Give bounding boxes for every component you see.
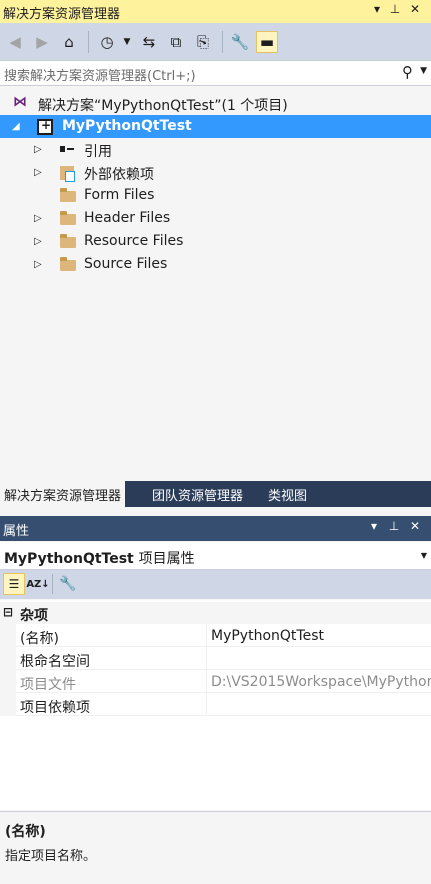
properties-wrench-icon[interactable]: 🔧	[229, 31, 251, 53]
tree-item-label: 引用	[84, 144, 112, 160]
row-gutter	[0, 647, 16, 670]
folder-icon	[60, 188, 76, 202]
chevron-down-icon[interactable]: ▼	[421, 551, 427, 560]
tree-item-project[interactable]: ◢ MyPythonQtTest	[0, 115, 431, 138]
sync-with-document-icon[interactable]: ⇆	[138, 31, 160, 53]
folder-icon	[60, 257, 76, 271]
close-icon[interactable]: ✕	[407, 519, 423, 533]
pending-changes-filter-icon[interactable]: ◷	[96, 31, 118, 53]
collapsed-arrow-icon[interactable]: ▷	[34, 236, 42, 247]
row-gutter	[0, 670, 16, 693]
collapse-category-icon[interactable]: ⊟	[3, 605, 13, 619]
property-name: (名称)	[20, 631, 59, 647]
tab-class-view[interactable]: 类视图	[264, 481, 311, 507]
solution-explorer-toolbar: ◀ ▶ ⌂ ◷ ▼ ⇆ ⧉ ⎘ 🔧 ▬	[0, 23, 431, 61]
categorized-view-icon[interactable]: ☰	[3, 573, 25, 595]
property-value[interactable]: D:\VS2015Workspace\MyPythonQtTest\MyPyth…	[206, 670, 431, 693]
references-icon	[60, 146, 74, 152]
property-name: 项目文件	[20, 677, 76, 693]
row-gutter	[0, 624, 16, 647]
tree-item-header-files[interactable]: ▷ Header Files	[0, 207, 431, 230]
properties-title: 属性	[3, 524, 30, 539]
tree-item-label: Resource Files	[84, 233, 184, 249]
pin-icon[interactable]: ⊥	[386, 519, 402, 533]
window-position-dropdown-icon[interactable]: ▾	[366, 519, 382, 533]
tree-item-label: Form Files	[84, 187, 155, 203]
tool-window-tab-strip: 解决方案资源管理器 团队资源管理器 类视图	[0, 481, 431, 507]
property-row-root-namespace[interactable]: 根命名空间	[0, 647, 431, 670]
toolbar-separator	[52, 574, 53, 594]
tree-item-label: Source Files	[84, 256, 168, 272]
property-grid: ⊟ 杂项 (名称) MyPythonQtTest 根命名空间 项目文件 D:\V…	[0, 600, 431, 810]
solution-explorer-title-bar: 解决方案资源管理器 ▾ ⊥ ✕	[0, 0, 431, 23]
show-all-files-icon[interactable]: ⎘	[192, 31, 214, 53]
collapsed-arrow-icon[interactable]: ▷	[34, 213, 42, 224]
folder-icon	[60, 211, 76, 225]
tree-item-source-files[interactable]: ▷ Source Files	[0, 253, 431, 276]
tree-item-solution[interactable]: ⋈ 解决方案“MyPythonQtTest”(1 个项目)	[0, 92, 431, 115]
properties-title-bar: 属性 ▾ ⊥ ✕	[0, 516, 431, 541]
property-description-pane: (名称) 指定项目名称。	[0, 811, 431, 884]
tab-team-explorer[interactable]: 团队资源管理器	[148, 481, 247, 507]
tree-item-resource-files[interactable]: ▷ Resource Files	[0, 230, 431, 253]
search-icon[interactable]: ⚲	[402, 63, 413, 81]
property-row-project-dependencies[interactable]: 项目依赖项	[0, 693, 431, 716]
property-value[interactable]	[206, 693, 431, 716]
alphabetical-sort-icon[interactable]: AZ↓	[26, 573, 49, 595]
external-dependencies-icon	[60, 166, 75, 182]
back-icon[interactable]: ◀	[4, 31, 26, 53]
property-category[interactable]: ⊟ 杂项	[0, 602, 431, 624]
toolbar-separator	[88, 31, 89, 53]
property-name: 根命名空间	[20, 654, 90, 670]
toolbar-separator	[222, 31, 223, 53]
search-input[interactable]: 搜索解决方案资源管理器(Ctrl+;)	[4, 65, 196, 84]
solution-explorer-title: 解决方案资源管理器	[3, 7, 121, 22]
tree-item-label: MyPythonQtTest	[62, 118, 192, 134]
property-name: 项目依赖项	[20, 700, 90, 716]
vs-solution-icon: ⋈	[13, 94, 27, 110]
close-icon[interactable]: ✕	[406, 2, 424, 16]
collapsed-arrow-icon[interactable]: ▷	[34, 259, 42, 270]
properties-object-selector[interactable]: MyPythonQtTest 项目属性 ▼	[0, 542, 431, 570]
tree-item-external-dependencies[interactable]: ▷ 外部依赖项	[0, 161, 431, 184]
tree-item-references[interactable]: ▷ 引用	[0, 138, 431, 161]
collapsed-arrow-icon[interactable]: ▷	[34, 167, 42, 178]
property-row-name[interactable]: (名称) MyPythonQtTest	[0, 624, 431, 647]
object-selector-value: MyPythonQtTest 项目属性	[4, 551, 195, 567]
collapse-all-icon[interactable]: ⧉	[165, 31, 187, 53]
description-title: (名称)	[5, 824, 46, 840]
properties-toolbar: ☰ AZ↓ 🔧	[0, 570, 431, 599]
property-pages-wrench-icon[interactable]: 🔧	[57, 573, 79, 595]
search-options-dropdown-icon[interactable]: ▼	[420, 66, 427, 76]
tree-item-label: 解决方案“MyPythonQtTest”(1 个项目)	[38, 98, 288, 114]
solution-explorer-search[interactable]: 搜索解决方案资源管理器(Ctrl+;) ⚲ ▼	[0, 61, 431, 86]
property-row-project-file[interactable]: 项目文件 D:\VS2015Workspace\MyPythonQtTest\M…	[0, 670, 431, 693]
forward-icon[interactable]: ▶	[31, 31, 53, 53]
tab-solution-explorer[interactable]: 解决方案资源管理器	[0, 481, 126, 507]
tree-item-label: 外部依赖项	[84, 167, 154, 183]
pin-icon[interactable]: ⊥	[386, 2, 404, 16]
preview-selected-items-icon[interactable]: ▬	[256, 31, 278, 53]
tree-item-form-files[interactable]: Form Files	[0, 184, 431, 207]
description-text: 指定项目名称。	[5, 849, 97, 864]
solution-tree: ⋈ 解决方案“MyPythonQtTest”(1 个项目) ◢ MyPython…	[0, 86, 431, 480]
chevron-down-icon[interactable]: ▼	[116, 31, 138, 53]
tree-item-label: Header Files	[84, 210, 171, 226]
expanded-arrow-icon[interactable]: ◢	[12, 121, 20, 132]
cpp-project-icon	[37, 118, 53, 135]
property-value[interactable]	[206, 647, 431, 670]
home-icon[interactable]: ⌂	[58, 31, 80, 53]
row-gutter	[0, 693, 16, 716]
window-position-dropdown-icon[interactable]: ▾	[368, 2, 386, 16]
property-value[interactable]: MyPythonQtTest	[206, 624, 431, 647]
folder-icon	[60, 234, 76, 248]
collapsed-arrow-icon[interactable]: ▷	[34, 144, 42, 155]
category-label: 杂项	[20, 608, 48, 624]
